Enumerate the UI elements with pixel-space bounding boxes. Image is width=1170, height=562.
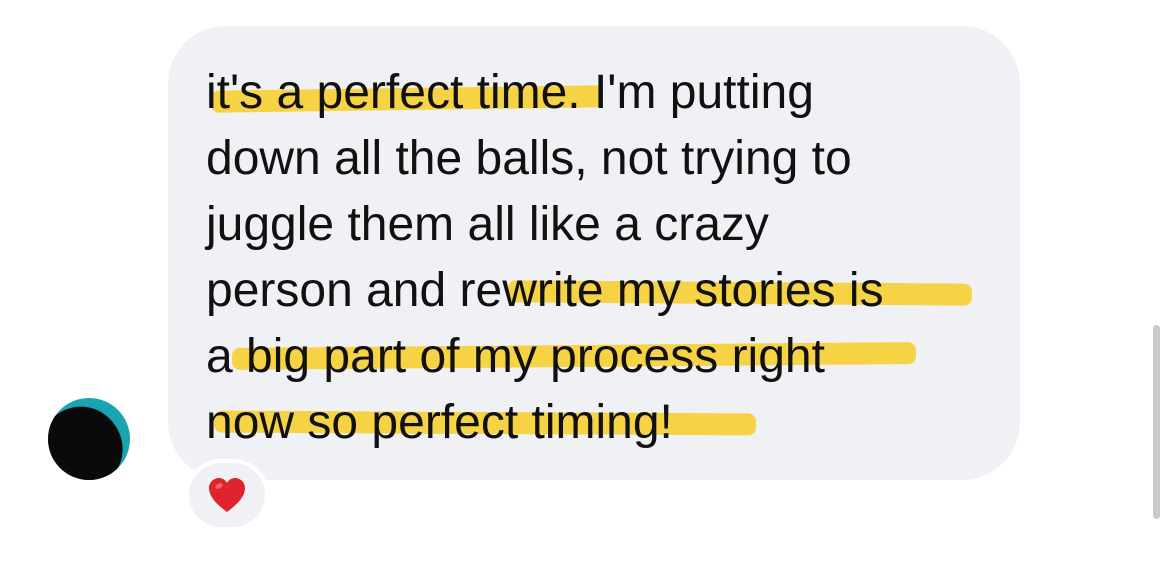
message-line: person and rewrite my stories is	[206, 264, 884, 317]
avatar[interactable]	[48, 398, 130, 480]
reaction-badge[interactable]	[185, 459, 269, 531]
message-text: it's a perfect time. I'm putting down al…	[206, 60, 1006, 456]
scrollbar[interactable]	[1153, 325, 1160, 519]
message-line: juggle them all like a crazy	[206, 198, 769, 251]
message-line: it's a perfect time. I'm putting	[206, 66, 814, 119]
message-line: a big part of my process right	[206, 330, 825, 383]
message-line: now so perfect timing!	[206, 396, 673, 449]
redaction-scribble	[48, 398, 130, 480]
message-line: down all the balls, not trying to	[206, 132, 852, 185]
heart-icon	[209, 478, 245, 512]
